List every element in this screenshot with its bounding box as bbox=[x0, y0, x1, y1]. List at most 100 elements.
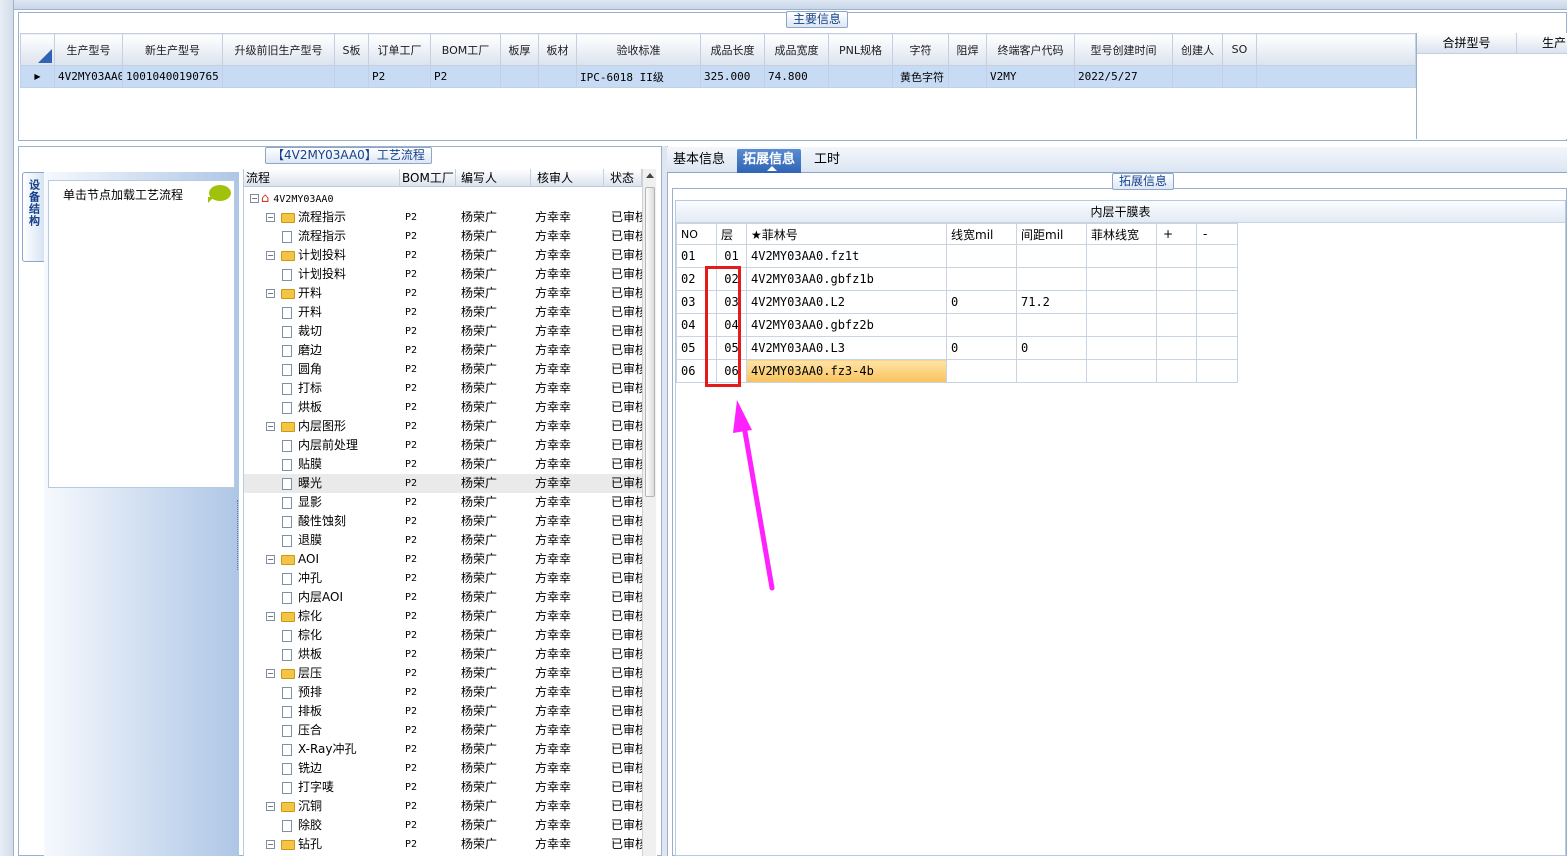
equipment-structure-tab[interactable]: 设备结构 bbox=[22, 172, 44, 262]
tree-node[interactable]: − 棕化 bbox=[266, 607, 322, 626]
main-col-13[interactable]: 阻焊 bbox=[948, 33, 987, 66]
collapse-toggle-icon[interactable]: − bbox=[266, 612, 275, 621]
tree-node[interactable]: 预排 bbox=[282, 683, 322, 702]
collapse-toggle-icon[interactable]: − bbox=[266, 213, 275, 222]
main-col-14[interactable]: 终端客户代码 bbox=[986, 33, 1075, 66]
tree-node[interactable]: X-Ray冲孔 bbox=[282, 740, 356, 759]
main-col-12[interactable]: 字符 bbox=[892, 33, 949, 66]
main-col-3[interactable]: S板 bbox=[334, 33, 369, 66]
tree-row[interactable]: 显影 P2 杨荣广 方幸幸 已审核 bbox=[244, 493, 642, 512]
main-col-17[interactable]: SO bbox=[1222, 33, 1257, 66]
main-cell-16[interactable] bbox=[1172, 65, 1223, 88]
tree-node[interactable]: 磨边 bbox=[282, 341, 322, 360]
tree-row[interactable]: 烘板 P2 杨荣广 方幸幸 已审核 bbox=[244, 645, 642, 664]
dryfilm-cell[interactable]: 0 bbox=[1016, 336, 1087, 360]
dryfilm-cell[interactable] bbox=[1156, 336, 1197, 360]
tree-row[interactable]: 开料 P2 杨荣广 方幸幸 已审核 bbox=[244, 303, 642, 322]
dryfilm-cell[interactable] bbox=[946, 267, 1017, 291]
tree-row[interactable]: 圆角 P2 杨荣广 方幸幸 已审核 bbox=[244, 360, 642, 379]
tree-row[interactable]: − ⌂ 4V2MY03AA0 bbox=[244, 189, 642, 208]
tab-basic-info[interactable]: 基本信息 bbox=[667, 149, 731, 173]
main-cell-2[interactable] bbox=[222, 65, 335, 88]
tree-row[interactable]: 除胶 P2 杨荣广 方幸幸 已审核 bbox=[244, 816, 642, 835]
main-cell-1[interactable]: 10010400190765 bbox=[122, 65, 223, 88]
tree-node[interactable]: − 沉铜 bbox=[266, 797, 322, 816]
tree-node[interactable]: − 钻孔 bbox=[266, 835, 322, 854]
main-cell-14[interactable]: V2MY bbox=[986, 65, 1075, 88]
table-row[interactable]: 06 06 4V2MY03AA0.fz3-4b bbox=[676, 359, 1238, 383]
dryfilm-cell[interactable] bbox=[1196, 313, 1238, 337]
dryfilm-cell[interactable]: 4V2MY03AA0.gbfz2b bbox=[746, 313, 947, 337]
dryfilm-cell[interactable]: 01 bbox=[716, 244, 747, 268]
tree-row[interactable]: − 计划投料 P2 杨荣广 方幸幸 已审核 bbox=[244, 246, 642, 265]
main-col-1[interactable]: 新生产型号 bbox=[122, 33, 223, 66]
dryfilm-cell[interactable] bbox=[1156, 244, 1197, 268]
dryfilm-cell[interactable] bbox=[1016, 313, 1087, 337]
tab-work-hours[interactable]: 工时 bbox=[808, 149, 846, 173]
main-col-2[interactable]: 升级前旧生产型号 bbox=[222, 33, 335, 66]
main-cell-17[interactable] bbox=[1222, 65, 1257, 88]
dryfilm-cell[interactable] bbox=[1196, 290, 1238, 314]
dryfilm-cell[interactable] bbox=[1196, 336, 1238, 360]
dryfilm-col-2[interactable]: ★菲林号 bbox=[746, 223, 947, 245]
table-row[interactable]: 05 05 4V2MY03AA0.L3 0 0 bbox=[676, 336, 1238, 360]
collapse-toggle-icon[interactable]: − bbox=[266, 669, 275, 678]
tree-col-reviewer[interactable]: 核审人 bbox=[531, 169, 604, 187]
tree-row[interactable]: 裁切 P2 杨荣广 方幸幸 已审核 bbox=[244, 322, 642, 341]
main-col-9[interactable]: 成品长度 bbox=[700, 33, 765, 66]
table-row[interactable]: 03 03 4V2MY03AA0.L2 0 71.2 bbox=[676, 290, 1238, 314]
tree-node[interactable]: 压合 bbox=[282, 721, 322, 740]
row-indicator[interactable]: ▶ bbox=[20, 65, 55, 88]
tree-row[interactable]: 烘板 P2 杨荣广 方幸幸 已审核 bbox=[244, 398, 642, 417]
dryfilm-cell[interactable] bbox=[1086, 290, 1157, 314]
tree-node[interactable]: 酸性蚀刻 bbox=[282, 512, 346, 531]
dryfilm-col-4[interactable]: 间距mil bbox=[1016, 223, 1087, 245]
main-cell-4[interactable]: P2 bbox=[368, 65, 431, 88]
main-col-5[interactable]: BOM工厂 bbox=[430, 33, 501, 66]
tree-row[interactable]: 磨边 P2 杨荣广 方幸幸 已审核 bbox=[244, 341, 642, 360]
dryfilm-cell[interactable] bbox=[946, 359, 1017, 383]
tree-node[interactable]: − 计划投料 bbox=[266, 246, 346, 265]
main-col-0[interactable]: 生产型号 bbox=[54, 33, 123, 66]
table-row[interactable]: 04 04 4V2MY03AA0.gbfz2b bbox=[676, 313, 1238, 337]
tree-node[interactable]: 烘板 bbox=[282, 645, 322, 664]
collapse-toggle-icon[interactable]: − bbox=[250, 194, 259, 203]
main-cell-11[interactable] bbox=[828, 65, 893, 88]
main-col-7[interactable]: 板材 bbox=[538, 33, 577, 66]
main-cell-13[interactable] bbox=[948, 65, 987, 88]
tree-row[interactable]: − 层压 P2 杨荣广 方幸幸 已审核 bbox=[244, 664, 642, 683]
dryfilm-cell[interactable] bbox=[1086, 267, 1157, 291]
tree-row[interactable]: 压合 P2 杨荣广 方幸幸 已审核 bbox=[244, 721, 642, 740]
tree-node[interactable]: − 开料 bbox=[266, 284, 322, 303]
main-col-4[interactable]: 订单工厂 bbox=[368, 33, 431, 66]
scroll-thumb[interactable] bbox=[645, 187, 655, 497]
tree-row[interactable]: 打标 P2 杨荣广 方幸幸 已审核 bbox=[244, 379, 642, 398]
tree-scrollbar[interactable] bbox=[642, 169, 656, 856]
dryfilm-cell[interactable] bbox=[1016, 244, 1087, 268]
tree-row[interactable]: 曝光 P2 杨荣广 方幸幸 已审核 bbox=[244, 474, 642, 493]
tree-row[interactable]: 铣边 P2 杨荣广 方幸幸 已审核 bbox=[244, 759, 642, 778]
collapse-toggle-icon[interactable]: − bbox=[266, 840, 275, 849]
tree-node[interactable]: − 内层图形 bbox=[266, 417, 346, 436]
main-cell-5[interactable]: P2 bbox=[430, 65, 501, 88]
dryfilm-cell[interactable]: 71.2 bbox=[1016, 290, 1087, 314]
tree-node[interactable]: 棕化 bbox=[282, 626, 322, 645]
dryfilm-cell[interactable]: 4V2MY03AA0.fz3-4b bbox=[746, 359, 947, 383]
tree-row[interactable]: 冲孔 P2 杨荣广 方幸幸 已审核 bbox=[244, 569, 642, 588]
tree-row[interactable]: 排板 P2 杨荣广 方幸幸 已审核 bbox=[244, 702, 642, 721]
tree-row[interactable]: 酸性蚀刻 P2 杨荣广 方幸幸 已审核 bbox=[244, 512, 642, 531]
table-row[interactable]: ▶ 4V2MY03AA0 10010400190765 P2 P2 IPC-6018 I… bbox=[20, 65, 1416, 88]
tree-node[interactable]: 流程指示 bbox=[282, 227, 346, 246]
collapse-toggle-icon[interactable]: − bbox=[266, 555, 275, 564]
dryfilm-cell[interactable] bbox=[1016, 267, 1087, 291]
tree-row[interactable]: − 钻孔 P2 杨荣广 方幸幸 已审核 bbox=[244, 835, 642, 854]
main-cell-9[interactable]: 325.000 bbox=[700, 65, 765, 88]
dryfilm-col-0[interactable]: NO bbox=[676, 223, 717, 245]
dryfilm-col-5[interactable]: 菲林线宽 bbox=[1086, 223, 1157, 245]
tree-node[interactable]: − 层压 bbox=[266, 664, 322, 683]
dryfilm-cell[interactable] bbox=[1086, 359, 1157, 383]
tree-row[interactable]: − AOI P2 杨荣广 方幸幸 已审核 bbox=[244, 550, 642, 569]
dryfilm-cell[interactable] bbox=[1196, 359, 1238, 383]
dryfilm-cell[interactable] bbox=[946, 313, 1017, 337]
tree-row[interactable]: − 棕化 P2 杨荣广 方幸幸 已审核 bbox=[244, 607, 642, 626]
